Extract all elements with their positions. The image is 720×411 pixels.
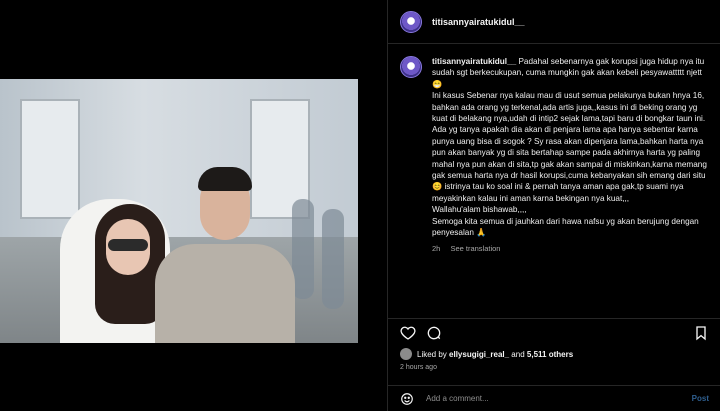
- liked-by-prefix: Liked by: [417, 349, 447, 359]
- liker-avatar[interactable]: [400, 348, 412, 360]
- caption-username[interactable]: titisannyairatukidul__: [432, 57, 516, 66]
- author-avatar[interactable]: [400, 10, 422, 33]
- caption-body: titisannyairatukidul__ Padahal sebenarny…: [432, 56, 708, 254]
- caption-meta: 2h See translation: [432, 243, 708, 254]
- caption-paragraph-4: Wallahu'alam bishawab,,,,: [432, 205, 527, 215]
- caption-time: 2h: [432, 243, 441, 253]
- post-media-pane: [0, 0, 387, 411]
- liked-by-user[interactable]: ellysugigi_real_: [449, 350, 509, 359]
- comment-input[interactable]: [426, 394, 692, 403]
- emoji-icon[interactable]: [400, 392, 414, 406]
- likes-others-link[interactable]: 5,511 others: [527, 350, 573, 359]
- liked-by-and: and: [511, 349, 525, 359]
- post-header: titisannyairatukidul__: [388, 0, 720, 44]
- posted-time: 2 hours ago: [400, 364, 437, 371]
- caption-paragraph-3: Ada yg tanya apakah dia akan di penjara …: [432, 125, 707, 203]
- caption-paragraph-5: Semoga kita semua di jauhkan dari hawa n…: [432, 216, 699, 238]
- bookmark-icon[interactable]: [693, 325, 709, 341]
- likes-summary: Liked by ellysugigi_real_ and 5,511 othe…: [400, 348, 573, 360]
- comment-bar: Post: [388, 385, 720, 411]
- caption-avatar[interactable]: [400, 56, 422, 78]
- caption: titisannyairatukidul__ Padahal sebenarny…: [388, 44, 720, 254]
- comment-icon[interactable]: [426, 325, 442, 341]
- post-photo[interactable]: [0, 79, 358, 343]
- author-username[interactable]: titisannyairatukidul__: [432, 17, 525, 27]
- heart-icon[interactable]: [400, 325, 416, 341]
- post-sidebar: titisannyairatukidul__ titisannyairatuki…: [387, 0, 720, 411]
- action-bar: [388, 318, 720, 346]
- caption-paragraph-2: Ini kasus Sebenar nya kalau mau di usut …: [432, 91, 706, 124]
- see-translation-link[interactable]: See translation: [450, 244, 500, 253]
- post-comment-button[interactable]: Post: [692, 394, 709, 403]
